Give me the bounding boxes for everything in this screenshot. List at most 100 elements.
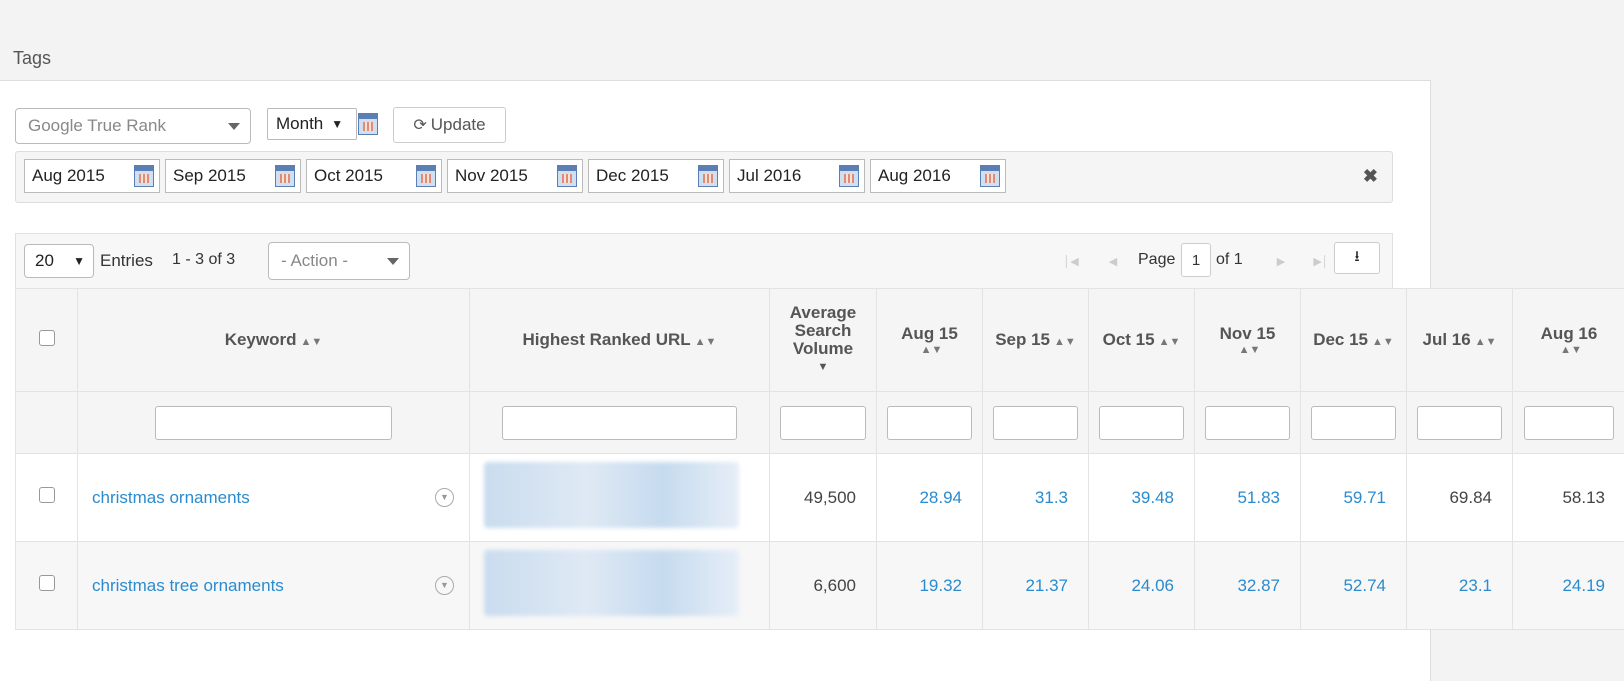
calendar-icon[interactable] xyxy=(358,113,378,135)
rank-cell[interactable]: 23.1 xyxy=(1407,542,1513,630)
period-value: Month xyxy=(276,114,323,134)
sort-icon: ▲▼ xyxy=(1203,344,1296,356)
month-header-label: Oct 15 xyxy=(1103,330,1155,349)
rank-cell[interactable]: 19.32 xyxy=(877,542,983,630)
table-row: christmas tree ornaments▼6,60019.3221.37… xyxy=(16,542,1624,630)
rank-cell[interactable]: 24.06 xyxy=(1089,542,1195,630)
period-select[interactable]: Month ▼ xyxy=(267,108,357,140)
url-filter-input[interactable] xyxy=(502,406,737,440)
month-header-label: Sep 15 xyxy=(995,330,1050,349)
filter-cell xyxy=(1195,392,1301,454)
action-select[interactable]: - Action - xyxy=(268,242,410,280)
month-filter-input[interactable] xyxy=(1524,406,1614,440)
filter-cell xyxy=(1301,392,1407,454)
row-checkbox[interactable] xyxy=(39,487,55,503)
month-header-1[interactable]: Sep 15 ▲▼ xyxy=(983,289,1089,392)
rank-cell[interactable]: 24.19 xyxy=(1513,542,1624,630)
calendar-icon[interactable] xyxy=(557,165,577,187)
filter-cell xyxy=(78,392,470,454)
keyword-link[interactable]: christmas ornaments xyxy=(92,488,250,507)
range-label: 1 - 3 of 3 xyxy=(172,251,235,269)
rank-type-select[interactable]: Google True Rank xyxy=(15,108,251,144)
prev-page-icon[interactable]: ◀ xyxy=(1098,246,1128,276)
volume-header-line1: Average xyxy=(774,304,872,322)
download-button[interactable]: ⭳ xyxy=(1334,242,1380,274)
volume-header-line3: Volume xyxy=(774,340,872,358)
rank-cell[interactable]: 39.48 xyxy=(1089,454,1195,542)
month-header-6[interactable]: Aug 16▲▼ xyxy=(1513,289,1624,392)
rank-cell[interactable]: 31.3 xyxy=(983,454,1089,542)
month-filter-input[interactable] xyxy=(1311,406,1395,440)
rank-cell[interactable]: 52.74 xyxy=(1301,542,1407,630)
month-filter-input[interactable] xyxy=(993,406,1077,440)
rank-cell[interactable]: 32.87 xyxy=(1195,542,1301,630)
sort-icon: ▲▼ xyxy=(1159,336,1181,348)
next-page-icon[interactable]: ▶ xyxy=(1266,246,1296,276)
date-value: Dec 2015 xyxy=(596,166,669,186)
keyword-cell: christmas tree ornaments ▼ xyxy=(78,542,470,630)
keyword-cell: christmas ornaments ▼ xyxy=(78,454,470,542)
filter-cell xyxy=(1407,392,1513,454)
month-filter-input[interactable] xyxy=(887,406,971,440)
chevron-down-icon[interactable]: ▼ xyxy=(435,576,454,595)
date-field-4[interactable]: Dec 2015 xyxy=(588,159,724,193)
filter-cell xyxy=(770,392,877,454)
close-icon[interactable]: ✖ xyxy=(1363,166,1378,187)
update-label: Update xyxy=(431,115,486,135)
select-all-checkbox[interactable] xyxy=(39,330,55,346)
month-header-2[interactable]: Oct 15 ▲▼ xyxy=(1089,289,1195,392)
month-filter-input[interactable] xyxy=(1099,406,1183,440)
calendar-icon[interactable] xyxy=(980,165,1000,187)
url-header[interactable]: Highest Ranked URL▲▼ xyxy=(470,289,770,392)
month-header-4[interactable]: Dec 15▲▼ xyxy=(1301,289,1407,392)
chevron-down-icon xyxy=(387,258,399,265)
rank-cell[interactable]: 51.83 xyxy=(1195,454,1301,542)
rank-cell: 69.84 xyxy=(1407,454,1513,542)
date-field-0[interactable]: Aug 2015 xyxy=(24,159,160,193)
rank-cell[interactable]: 28.94 xyxy=(877,454,983,542)
month-filter-input[interactable] xyxy=(1417,406,1501,440)
rank-cell[interactable]: 59.71 xyxy=(1301,454,1407,542)
month-header-label: Aug 15 xyxy=(881,324,978,344)
date-field-6[interactable]: Aug 2016 xyxy=(870,159,1006,193)
calendar-icon[interactable] xyxy=(416,165,436,187)
redacted-url xyxy=(484,462,739,528)
refresh-icon: ⟳ xyxy=(413,115,426,135)
month-header-3[interactable]: Nov 15▲▼ xyxy=(1195,289,1301,392)
last-page-icon[interactable]: ▶│ xyxy=(1306,246,1336,276)
month-filter-input[interactable] xyxy=(1205,406,1289,440)
date-value: Oct 2015 xyxy=(314,166,383,186)
row-select-cell xyxy=(16,542,78,630)
update-button[interactable]: ⟳ Update xyxy=(393,107,506,143)
date-field-3[interactable]: Nov 2015 xyxy=(447,159,583,193)
row-checkbox[interactable] xyxy=(39,575,55,591)
page-size-select[interactable]: 20 ▼ xyxy=(24,244,94,278)
sort-desc-icon: ▼ xyxy=(774,358,872,376)
rank-cell[interactable]: 21.37 xyxy=(983,542,1089,630)
filter-cell xyxy=(1089,392,1195,454)
rank-type-value: Google True Rank xyxy=(28,116,166,136)
keyword-header-label: Keyword xyxy=(225,330,297,349)
calendar-icon[interactable] xyxy=(839,165,859,187)
url-cell xyxy=(470,542,770,630)
keywords-table: Keyword▲▼ Highest Ranked URL▲▼ Average S… xyxy=(15,288,1624,630)
month-header-0[interactable]: Aug 15▲▼ xyxy=(877,289,983,392)
date-field-1[interactable]: Sep 2015 xyxy=(165,159,301,193)
page-input[interactable]: 1 xyxy=(1181,243,1211,277)
chevron-down-icon[interactable]: ▼ xyxy=(435,488,454,507)
calendar-icon[interactable] xyxy=(134,165,154,187)
keyword-link[interactable]: christmas tree ornaments xyxy=(92,576,284,595)
triangle-down-icon: ▼ xyxy=(73,254,85,268)
date-field-5[interactable]: Jul 2016 xyxy=(729,159,865,193)
keyword-filter-input[interactable] xyxy=(155,406,392,440)
volume-header[interactable]: Average Search Volume ▼ xyxy=(770,289,877,392)
volume-filter-input[interactable] xyxy=(780,406,865,440)
calendar-icon[interactable] xyxy=(275,165,295,187)
month-header-5[interactable]: Jul 16▲▼ xyxy=(1407,289,1513,392)
date-field-2[interactable]: Oct 2015 xyxy=(306,159,442,193)
sort-icon: ▲▼ xyxy=(1054,336,1076,348)
calendar-icon[interactable] xyxy=(698,165,718,187)
keyword-header[interactable]: Keyword▲▼ xyxy=(78,289,470,392)
first-page-icon[interactable]: │◀ xyxy=(1056,246,1086,276)
sort-icon: ▲▼ xyxy=(885,344,978,356)
